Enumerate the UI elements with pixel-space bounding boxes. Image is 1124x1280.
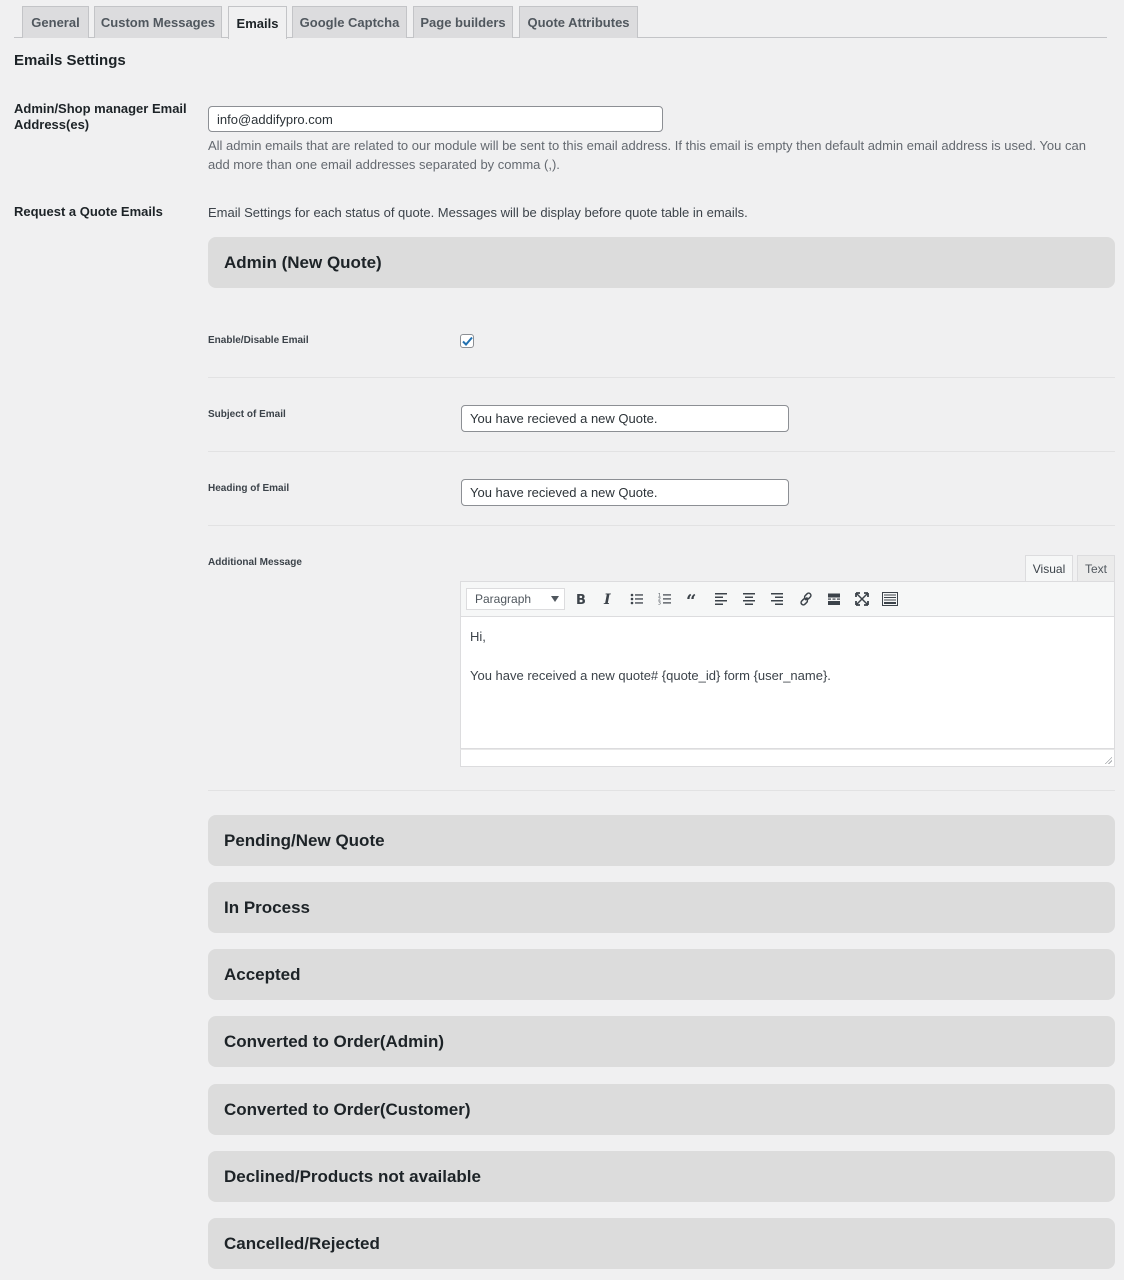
fullscreen-button[interactable] bbox=[851, 588, 873, 610]
svg-text:B: B bbox=[576, 593, 586, 606]
align-center-icon bbox=[743, 593, 755, 605]
heading-label: Heading of Email bbox=[208, 483, 290, 494]
divider bbox=[208, 525, 1115, 526]
svg-text:I: I bbox=[603, 592, 611, 606]
align-left-button[interactable] bbox=[710, 588, 732, 610]
tab-page-builders[interactable]: Page builders bbox=[413, 6, 513, 38]
editor-line: You have received a new quote# {quote_id… bbox=[470, 668, 831, 683]
align-center-button[interactable] bbox=[738, 588, 760, 610]
enable-email-checkbox[interactable] bbox=[460, 334, 474, 348]
tab-quote-attributes[interactable]: Quote Attributes bbox=[519, 6, 638, 38]
message-editor[interactable]: Hi, You have received a new quote# {quot… bbox=[460, 617, 1115, 749]
numbered-list-button[interactable]: 1 2 3 bbox=[654, 588, 676, 610]
accordion-converted-customer[interactable]: Converted to Order(Customer) bbox=[208, 1084, 1115, 1135]
svg-text:“: “ bbox=[686, 592, 696, 606]
editor-tab-visual[interactable]: Visual bbox=[1025, 555, 1073, 581]
checkmark-icon bbox=[461, 336, 473, 346]
tab-emails[interactable]: Emails bbox=[228, 6, 287, 39]
editor-tab-text[interactable]: Text bbox=[1077, 555, 1115, 581]
bullet-list-button[interactable] bbox=[626, 588, 648, 610]
admin-email-label: Admin/Shop manager Email Address(es) bbox=[14, 101, 187, 132]
keyboard-icon bbox=[882, 592, 898, 606]
format-select[interactable]: Paragraph bbox=[466, 588, 565, 610]
heading-input[interactable]: You have recieved a new Quote. bbox=[461, 479, 789, 506]
link-button[interactable] bbox=[795, 588, 817, 610]
read-more-button[interactable] bbox=[823, 588, 845, 610]
resize-handle-icon[interactable] bbox=[1104, 756, 1112, 764]
tab-custom-messages[interactable]: Custom Messages bbox=[94, 6, 222, 38]
blockquote-icon: “ bbox=[686, 592, 696, 606]
additional-message-label: Additional Message bbox=[208, 557, 302, 568]
bold-button[interactable]: B bbox=[570, 588, 592, 610]
svg-text:3: 3 bbox=[658, 601, 661, 607]
read-more-icon bbox=[828, 593, 840, 605]
settings-tabs: General Custom Messages Emails Google Ca… bbox=[14, 6, 1107, 39]
dropdown-arrow-icon bbox=[551, 596, 559, 602]
tab-google-captcha[interactable]: Google Captcha bbox=[292, 6, 407, 38]
divider bbox=[208, 451, 1115, 452]
accordion-admin-new-quote[interactable]: Admin (New Quote) bbox=[208, 237, 1115, 288]
quote-emails-label: Request a Quote Emails bbox=[14, 204, 163, 219]
divider bbox=[208, 377, 1115, 378]
editor-statusbar bbox=[460, 749, 1115, 767]
page-title: Emails Settings bbox=[14, 52, 126, 69]
enable-email-label: Enable/Disable Email bbox=[208, 335, 309, 346]
align-left-icon bbox=[715, 593, 727, 605]
accordion-converted-admin[interactable]: Converted to Order(Admin) bbox=[208, 1016, 1115, 1067]
tab-general[interactable]: General bbox=[22, 6, 89, 38]
italic-button[interactable]: I bbox=[598, 588, 620, 610]
divider bbox=[208, 790, 1115, 791]
accordion-pending-new-quote[interactable]: Pending/New Quote bbox=[208, 815, 1115, 866]
blockquote-button[interactable]: “ bbox=[682, 588, 704, 610]
toolbar-toggle-button[interactable] bbox=[879, 588, 901, 610]
subject-input[interactable]: You have recieved a new Quote. bbox=[461, 405, 789, 432]
quote-emails-description: Email Settings for each status of quote.… bbox=[208, 205, 748, 220]
admin-email-description: All admin emails that are related to our… bbox=[208, 138, 1086, 172]
admin-email-input[interactable]: info@addifypro.com bbox=[208, 106, 663, 132]
align-right-button[interactable] bbox=[766, 588, 788, 610]
bullet-list-icon bbox=[630, 593, 643, 605]
numbered-list-icon: 1 2 3 bbox=[658, 593, 671, 607]
italic-icon: I bbox=[603, 592, 611, 606]
editor-toolbar: Paragraph B I 1 2 3 “ bbox=[460, 581, 1115, 617]
editor-line: Hi, bbox=[470, 629, 486, 644]
link-icon bbox=[800, 592, 812, 606]
accordion-in-process[interactable]: In Process bbox=[208, 882, 1115, 933]
accordion-cancelled-rejected[interactable]: Cancelled/Rejected bbox=[208, 1218, 1115, 1269]
accordion-declined[interactable]: Declined/Products not available bbox=[208, 1151, 1115, 1202]
accordion-accepted[interactable]: Accepted bbox=[208, 949, 1115, 1000]
subject-label: Subject of Email bbox=[208, 409, 286, 420]
bold-icon: B bbox=[576, 593, 586, 606]
align-right-icon bbox=[771, 593, 783, 605]
fullscreen-icon bbox=[855, 592, 869, 606]
